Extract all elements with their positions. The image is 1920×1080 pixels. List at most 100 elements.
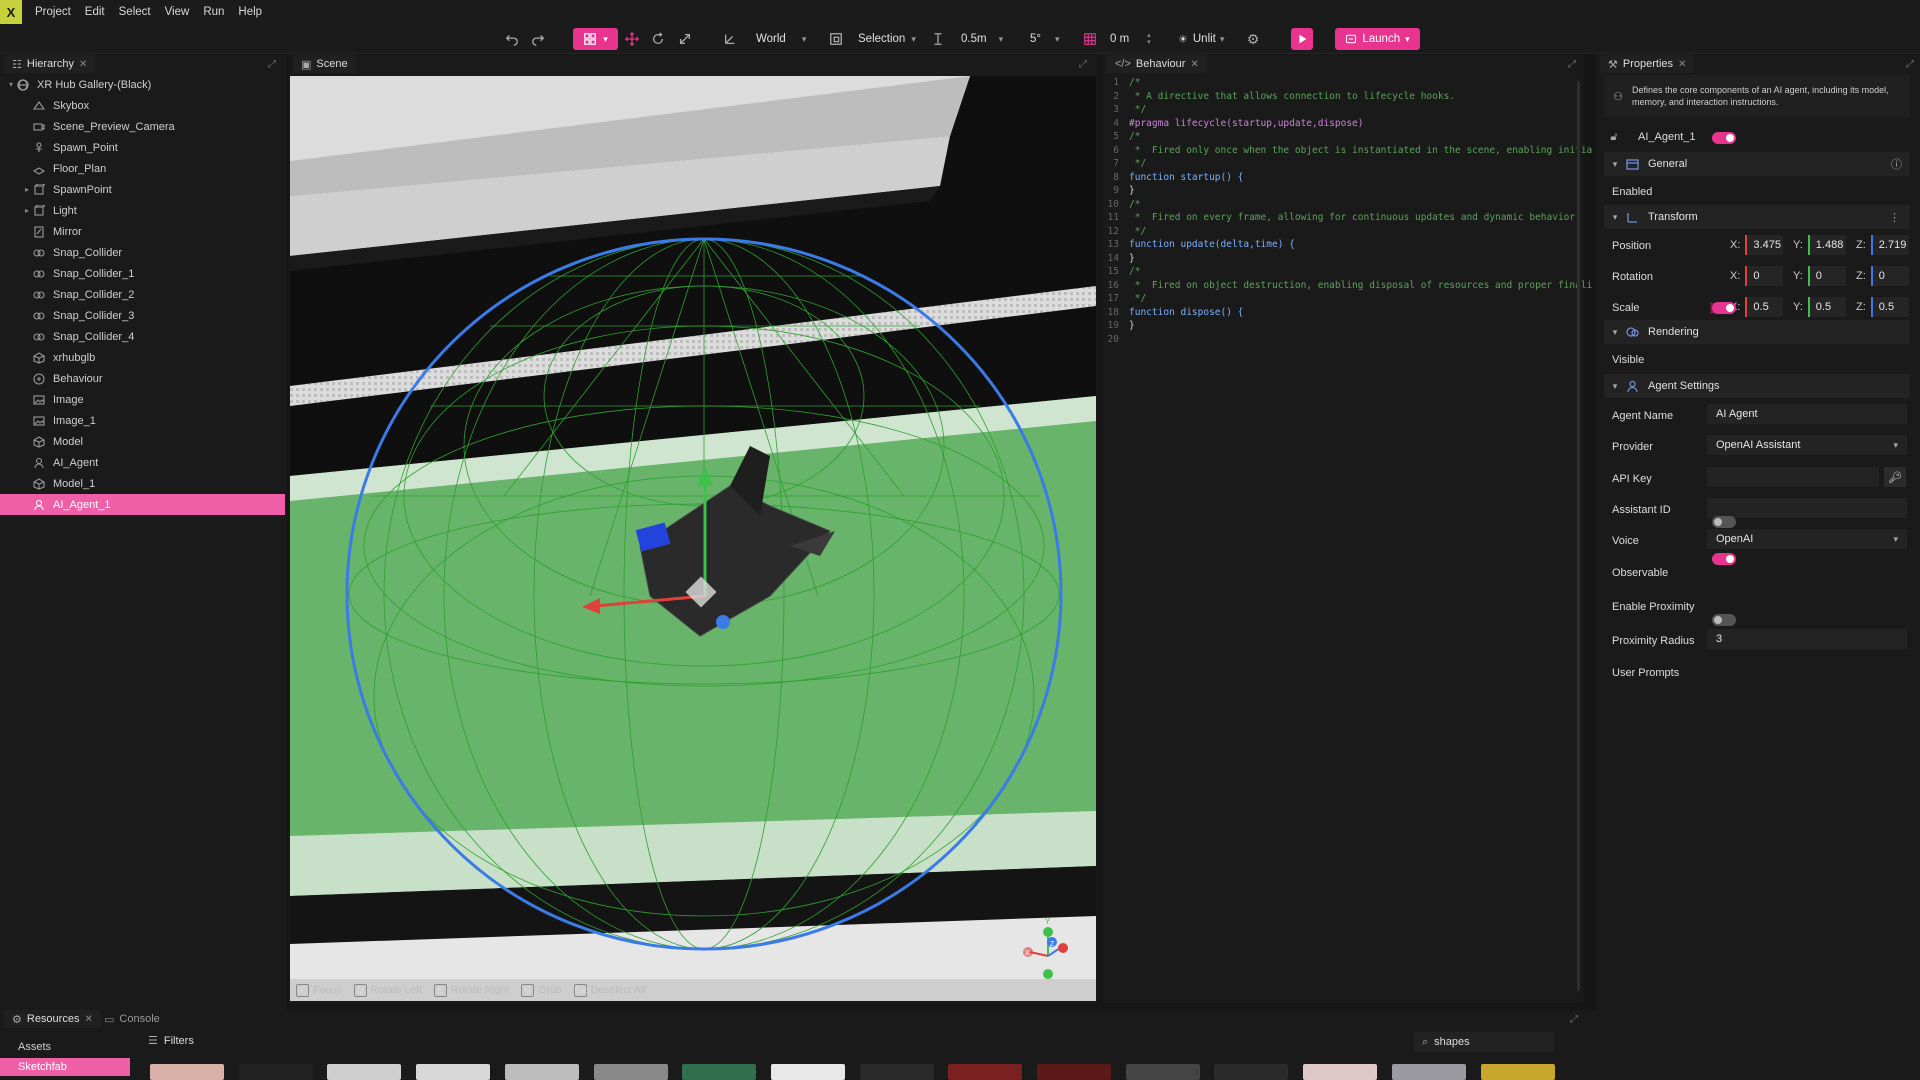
world-dropdown[interactable]: World ▾ — [750, 28, 810, 50]
close-icon[interactable]: ✕ — [79, 59, 87, 70]
api-key-input[interactable] — [1707, 467, 1879, 487]
help-icon[interactable]: ⓘ — [1891, 156, 1902, 172]
agent-name-input[interactable]: AI Agent — [1707, 404, 1907, 424]
hierarchy-item-snap-collider-2[interactable]: Snap_Collider_2 — [0, 284, 285, 305]
section-rendering[interactable]: ▾ Rendering — [1604, 320, 1910, 344]
hierarchy-item-ai-agent[interactable]: AI_Agent — [0, 452, 285, 473]
hierarchy-item-light[interactable]: ▸ Light — [0, 200, 285, 221]
hierarchy-item-xrhubglb[interactable]: xrhubglb — [0, 347, 285, 368]
grid-toggle-button[interactable] — [1080, 28, 1100, 50]
close-icon[interactable]: ✕ — [84, 1014, 92, 1025]
undo-button[interactable] — [502, 28, 522, 50]
hierarchy-item-scene-preview-camera[interactable]: Scene_Preview_Camera — [0, 116, 285, 137]
hierarchy-item-skybox[interactable]: Skybox — [0, 95, 285, 116]
hierarchy-item-snap-collider[interactable]: Snap_Collider — [0, 242, 285, 263]
hierarchy-item-floor-plan[interactable]: Floor_Plan — [0, 158, 285, 179]
resource-thumbnail[interactable] — [238, 1064, 313, 1080]
chevron-right-icon[interactable]: ▸ — [22, 206, 32, 215]
filters-button[interactable]: ☰ Filters — [148, 1034, 194, 1048]
app-logo[interactable]: X — [0, 0, 22, 24]
hierarchy-item-image-1[interactable]: Image_1 — [0, 410, 285, 431]
chevron-down-icon[interactable]: ▾ — [6, 80, 16, 89]
resource-thumbnail[interactable] — [1391, 1064, 1466, 1080]
section-general[interactable]: ▾ General ⓘ — [1604, 152, 1910, 176]
launch-button[interactable]: Launch ▾ — [1335, 28, 1420, 50]
user-prompts-toggle[interactable] — [1712, 614, 1736, 626]
hierarchy-item-mirror[interactable]: Mirror — [0, 221, 285, 242]
resource-thumbnail[interactable] — [1480, 1064, 1555, 1080]
selection-dropdown[interactable]: Selection ▾ — [852, 28, 922, 50]
grid-value-stepper[interactable]: 0 m ▴ ▾ — [1106, 28, 1164, 50]
tab-behaviour[interactable]: </> Behaviour ✕ — [1107, 55, 1207, 73]
hierarchy-item-snap-collider-4[interactable]: Snap_Collider_4 — [0, 326, 285, 347]
resource-thumbnail[interactable] — [770, 1064, 845, 1080]
hierarchy-item-spawnpoint[interactable]: ▸ SpawnPoint — [0, 179, 285, 200]
hierarchy-item-snap-collider-1[interactable]: Snap_Collider_1 — [0, 263, 285, 284]
editor-scrollbar[interactable] — [1577, 81, 1580, 991]
expand-panel-icon[interactable]: ⤢ — [1079, 59, 1087, 70]
resource-thumbnail[interactable] — [504, 1064, 579, 1080]
resource-thumbnail[interactable] — [593, 1064, 668, 1080]
play-button[interactable] — [1291, 28, 1313, 50]
tab-console[interactable]: ▭ Console — [96, 1010, 168, 1028]
settings-button[interactable]: ⚙ — [1243, 28, 1263, 50]
rotation-y-input[interactable]: Y: 0 — [1793, 266, 1846, 286]
tab-scene[interactable]: ▣ Scene — [293, 55, 356, 73]
scene-render[interactable]: Y Z X — [290, 76, 1096, 1001]
hierarchy-item-spawn-point[interactable]: Spawn_Point — [0, 137, 285, 158]
tab-resources[interactable]: ⚙ Resources ✕ — [4, 1010, 101, 1028]
position-z-input[interactable]: Z: 2.719 — [1856, 235, 1909, 255]
hierarchy-item-model-1[interactable]: Model_1 — [0, 473, 285, 494]
proximity-radius-input[interactable]: 3 — [1707, 629, 1907, 649]
enabled-toggle[interactable] — [1712, 132, 1736, 144]
scale-z-input[interactable]: Z: 0.5 — [1856, 297, 1909, 317]
expand-panel-icon[interactable]: ⤢ — [268, 59, 276, 70]
assistant-id-input[interactable] — [1707, 498, 1907, 518]
resource-search-input[interactable]: ⌕ shapes — [1414, 1032, 1554, 1052]
lock-icon[interactable]: 🔓︎ — [1604, 131, 1624, 144]
rotation-z-input[interactable]: Z: 0 — [1856, 266, 1909, 286]
snap-distance-dropdown[interactable]: 0.5m ▾ — [955, 28, 1011, 50]
expand-panel-icon[interactable]: ⤢ — [1570, 1014, 1578, 1025]
code-editor[interactable]: 1 /* 2 * A directive that allows connectio… — [1103, 77, 1593, 997]
hierarchy-item-model[interactable]: Model — [0, 431, 285, 452]
tab-hierarchy[interactable]: ☷ Hierarchy ✕ — [4, 55, 96, 73]
rotation-x-input[interactable]: X: 0 — [1730, 266, 1784, 286]
more-options-icon[interactable]: ⋮ — [1889, 211, 1900, 224]
selection-mode-icon-button[interactable] — [826, 28, 846, 50]
z-axis-handle[interactable] — [716, 615, 730, 629]
move-tool-button[interactable] — [622, 28, 642, 50]
position-y-input[interactable]: Y: 1.488 — [1793, 235, 1846, 255]
scene-viewport[interactable]: Y Z X F Focus Q Rotate Left E Rotate Right G Gr… — [290, 76, 1096, 1001]
chevron-right-icon[interactable]: ▸ — [22, 185, 32, 194]
enable-proximity-toggle[interactable] — [1712, 553, 1736, 565]
scale-x-input[interactable]: X:0.5 — [1730, 297, 1784, 317]
hierarchy-root[interactable]: ▾ XR Hub Gallery-(Black) — [0, 74, 285, 95]
provider-select[interactable]: OpenAI Assistant ▾ — [1707, 435, 1907, 455]
menu-run[interactable]: Run — [196, 0, 231, 24]
hierarchy-item-image[interactable]: Image — [0, 389, 285, 410]
lighting-dropdown[interactable]: ☀ Unlit ▾ — [1172, 28, 1232, 50]
resource-thumbnail[interactable] — [150, 1064, 224, 1080]
resource-thumbnail[interactable] — [948, 1064, 1023, 1080]
resource-thumbnail[interactable] — [327, 1064, 402, 1080]
resource-thumbnail[interactable] — [1125, 1064, 1200, 1080]
hierarchy-item-behaviour[interactable]: Behaviour — [0, 368, 285, 389]
resource-thumbnail[interactable] — [859, 1064, 934, 1080]
resource-thumbnail[interactable] — [416, 1064, 491, 1080]
visible-toggle[interactable] — [1712, 302, 1736, 314]
coordinate-space-icon-button[interactable] — [720, 28, 740, 50]
resource-thumbnail[interactable] — [682, 1064, 757, 1080]
menu-select[interactable]: Select — [112, 0, 158, 24]
key-picker-button[interactable]: 🔑︎ — [1884, 467, 1906, 487]
voice-select[interactable]: OpenAI ▾ — [1707, 529, 1907, 549]
grid-snap-toggle[interactable]: ▾ — [573, 28, 618, 50]
menu-edit[interactable]: Edit — [78, 0, 112, 24]
observable-toggle[interactable] — [1712, 516, 1736, 528]
resource-category-sketchfab[interactable]: Sketchfab — [0, 1058, 130, 1076]
section-agent-settings[interactable]: ▾ Agent Settings — [1604, 374, 1910, 398]
resource-thumbnail[interactable] — [1303, 1064, 1378, 1080]
tab-properties[interactable]: ⚒ Properties ✕ — [1600, 55, 1695, 73]
menu-help[interactable]: Help — [231, 0, 269, 24]
menu-view[interactable]: View — [158, 0, 197, 24]
